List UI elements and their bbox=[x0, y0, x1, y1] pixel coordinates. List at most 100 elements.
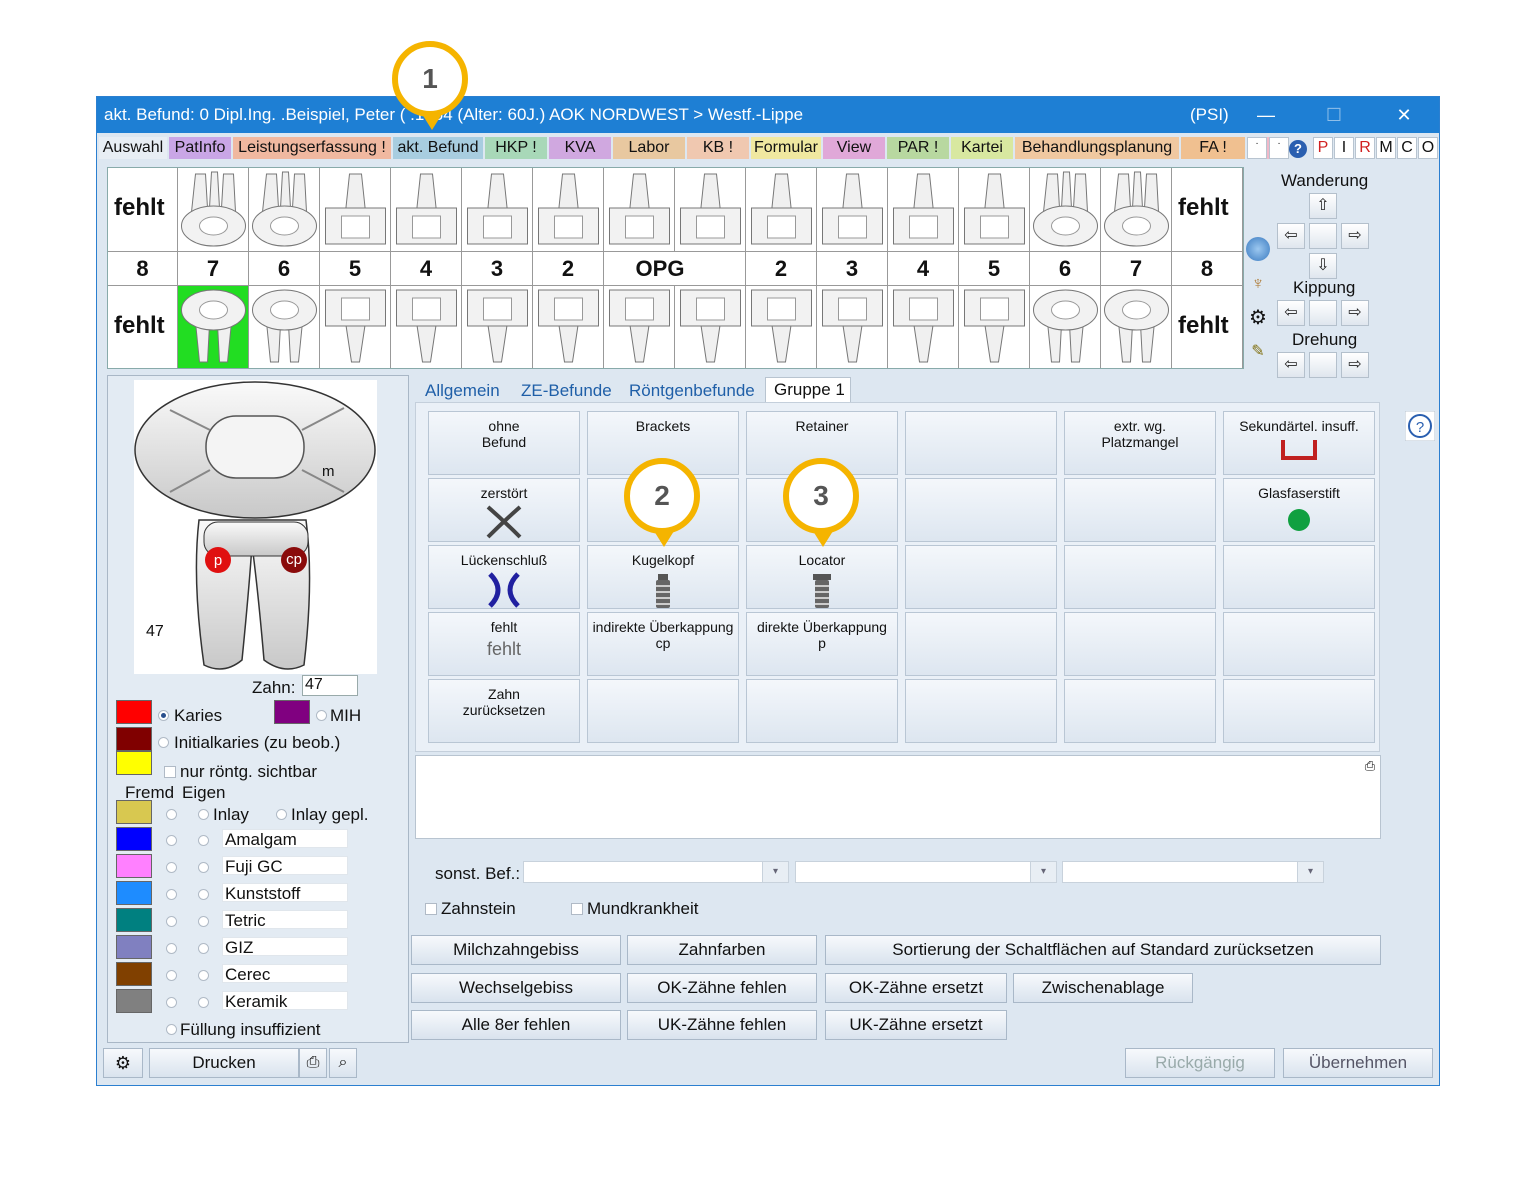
finding-button-empty-slot[interactable] bbox=[1064, 612, 1216, 676]
lower-tooth-34[interactable] bbox=[888, 286, 959, 368]
lower-tooth-45[interactable] bbox=[320, 286, 391, 368]
help-question-icon[interactable]: ? bbox=[1404, 410, 1436, 442]
wanderung-up-button[interactable]: ⇧ bbox=[1309, 193, 1337, 219]
material-eigen-radio[interactable] bbox=[198, 835, 209, 846]
material-fremd-radio[interactable] bbox=[166, 862, 177, 873]
material-eigen-radio[interactable] bbox=[198, 943, 209, 954]
finding-button-glasfaserstift[interactable]: Glasfaserstift bbox=[1223, 478, 1375, 542]
mundkrankheit-checkbox[interactable] bbox=[571, 903, 583, 915]
tab-kartei[interactable]: Kartei bbox=[951, 137, 1013, 159]
uebernehmen-button[interactable]: Übernehmen bbox=[1283, 1048, 1433, 1078]
globe-icon[interactable] bbox=[1246, 237, 1270, 261]
finding-button-sekundärtel-insuff[interactable]: Sekundärtel. insuff. bbox=[1223, 411, 1375, 475]
upper-tooth-23[interactable] bbox=[817, 168, 888, 251]
material-name-field[interactable]: Kunststoff bbox=[222, 883, 348, 903]
notes-scrollbar[interactable]: ⎙ bbox=[1362, 758, 1378, 836]
quick-button-p[interactable]: P bbox=[1313, 137, 1333, 159]
finding-button-kugelkopf[interactable]: Kugelkopf bbox=[587, 545, 739, 609]
upper-tooth-14[interactable] bbox=[391, 168, 462, 251]
finding-button-empty-slot[interactable] bbox=[905, 679, 1057, 743]
upper-tooth-24[interactable] bbox=[888, 168, 959, 251]
tooth-number[interactable]: 3 bbox=[817, 252, 888, 285]
tab-formular[interactable]: Formular bbox=[751, 137, 821, 159]
upper-tooth-11[interactable] bbox=[604, 168, 675, 251]
finding-button-empty-slot[interactable] bbox=[1064, 679, 1216, 743]
finding-button-extr-wg-platzmangel[interactable]: extr. wg. Platzmangel bbox=[1064, 411, 1216, 475]
search-icon[interactable]: ⌕ bbox=[329, 1048, 357, 1078]
finding-button-lückenschluß[interactable]: Lückenschluß bbox=[428, 545, 580, 609]
tooth-number[interactable]: 2 bbox=[533, 252, 604, 285]
tab-roentgenbefunde[interactable]: Röntgenbefunde bbox=[629, 381, 755, 401]
quick-button-m[interactable]: M bbox=[1376, 137, 1396, 159]
rueckgaengig-button[interactable]: Rückgängig bbox=[1125, 1048, 1275, 1078]
tooth-number[interactable]: 5 bbox=[959, 252, 1030, 285]
ok-zaehne-fehlen-button[interactable]: OK-Zähne fehlen bbox=[627, 973, 817, 1003]
lower-tooth-35[interactable] bbox=[959, 286, 1030, 368]
material-name-field[interactable]: Cerec bbox=[222, 964, 348, 984]
tab-scroll-right-button[interactable]: · bbox=[1269, 137, 1289, 159]
opg-label[interactable]: OPG bbox=[627, 252, 693, 285]
lower-tooth-37[interactable] bbox=[1101, 286, 1172, 368]
kippung-left-button[interactable]: ⇦ bbox=[1277, 300, 1305, 326]
wechselgebiss-button[interactable]: Wechselgebiss bbox=[411, 973, 621, 1003]
alle-8er-fehlen-button[interactable]: Alle 8er fehlen bbox=[411, 1010, 621, 1040]
finding-button-zahn-zurücksetzen[interactable]: Zahn zurücksetzen bbox=[428, 679, 580, 743]
quick-button-r[interactable]: R bbox=[1355, 137, 1375, 159]
material-fremd-radio[interactable] bbox=[166, 970, 177, 981]
close-button[interactable]: ✕ bbox=[1384, 101, 1424, 129]
material-name-field[interactable]: GIZ bbox=[222, 937, 348, 957]
material-name-field[interactable]: Keramik bbox=[222, 991, 348, 1011]
zahn-input[interactable]: 47 bbox=[302, 675, 358, 696]
finding-button-empty-slot[interactable] bbox=[905, 612, 1057, 676]
finding-button-empty-slot[interactable] bbox=[587, 679, 739, 743]
tab-kb[interactable]: KB ! bbox=[687, 137, 749, 159]
material-eigen-radio[interactable] bbox=[198, 970, 209, 981]
zahnfarben-button[interactable]: Zahnfarben bbox=[627, 935, 817, 965]
kippung-right-button[interactable]: ⇨ bbox=[1341, 300, 1369, 326]
tab-fa[interactable]: FA ! bbox=[1181, 137, 1245, 159]
finding-button-empty-slot[interactable] bbox=[746, 679, 898, 743]
maximize-button[interactable]: ☐ bbox=[1314, 101, 1354, 129]
material-fremd-radio[interactable] bbox=[166, 916, 177, 927]
upper-tooth-27[interactable] bbox=[1101, 168, 1172, 251]
zwischenablage-button[interactable]: Zwischenablage bbox=[1013, 973, 1193, 1003]
sonst-bef-combo-3[interactable]: ▾ bbox=[1062, 861, 1324, 883]
tab-akt-befund[interactable]: akt. Befund bbox=[393, 137, 483, 159]
teeth-icon[interactable]: ♆ bbox=[1246, 273, 1270, 297]
lower-tooth-41[interactable] bbox=[604, 286, 675, 368]
upper-tooth-16[interactable] bbox=[249, 168, 320, 251]
lower-tooth-43[interactable] bbox=[462, 286, 533, 368]
tooth-number[interactable]: 4 bbox=[391, 252, 462, 285]
material-eigen-radio[interactable] bbox=[198, 862, 209, 873]
lower-tooth-33[interactable] bbox=[817, 286, 888, 368]
upper-tooth-28[interactable]: fehlt bbox=[1172, 168, 1243, 251]
karies-radio[interactable] bbox=[158, 710, 169, 721]
material-name-field[interactable]: Fuji GC bbox=[222, 856, 348, 876]
finding-button-empty-slot[interactable] bbox=[1064, 545, 1216, 609]
lower-tooth-38[interactable]: fehlt bbox=[1172, 286, 1243, 368]
lower-tooth-48[interactable]: fehlt bbox=[108, 286, 178, 368]
tooth-detail-view[interactable]: p cp m 47 bbox=[134, 380, 377, 674]
finding-button-indirekte-überkappung-cp[interactable]: indirekte Überkappung cp bbox=[587, 612, 739, 676]
uk-zaehne-fehlen-button[interactable]: UK-Zähne fehlen bbox=[627, 1010, 817, 1040]
material-eigen-radio[interactable] bbox=[198, 916, 209, 927]
ok-zaehne-ersetzt-button[interactable]: OK-Zähne ersetzt bbox=[825, 973, 1007, 1003]
fuellung-radio[interactable] bbox=[166, 1024, 177, 1035]
tab-scroll-left-button[interactable]: · bbox=[1247, 137, 1267, 159]
material-fremd-radio[interactable] bbox=[166, 997, 177, 1008]
initialkaries-radio[interactable] bbox=[158, 737, 169, 748]
finding-button-empty-slot[interactable] bbox=[1223, 679, 1375, 743]
tab-labor[interactable]: Labor bbox=[613, 137, 685, 159]
tab-kva[interactable]: KVA bbox=[549, 137, 611, 159]
tab-allgemein[interactable]: Allgemein bbox=[425, 381, 500, 401]
upper-tooth-22[interactable] bbox=[746, 168, 817, 251]
tab-par[interactable]: PAR ! bbox=[887, 137, 949, 159]
finding-button-empty-slot[interactable] bbox=[1064, 478, 1216, 542]
upper-tooth-15[interactable] bbox=[320, 168, 391, 251]
upper-tooth-26[interactable] bbox=[1030, 168, 1101, 251]
finding-button-ohne-befund[interactable]: ohne Befund bbox=[428, 411, 580, 475]
tab-behandlungsplanung[interactable]: Behandlungsplanung bbox=[1015, 137, 1179, 159]
tooth-number[interactable]: 5 bbox=[320, 252, 391, 285]
upper-tooth-21[interactable] bbox=[675, 168, 746, 251]
finding-button-zerstört[interactable]: zerstört bbox=[428, 478, 580, 542]
